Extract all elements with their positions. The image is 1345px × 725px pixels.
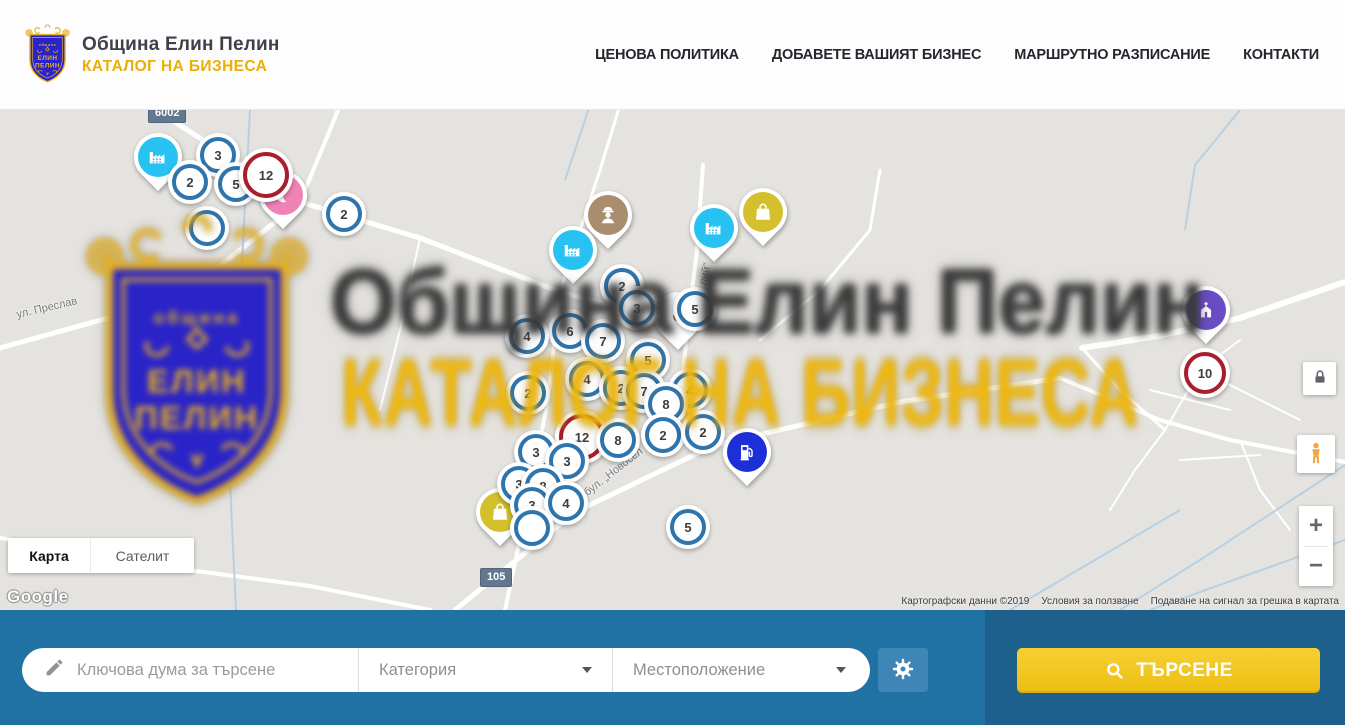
nav-item-add-business[interactable]: ДОБАВЕТЕ ВАШИЯТ БИЗНЕС xyxy=(772,47,981,63)
location-select[interactable]: Местоположение xyxy=(612,648,866,692)
cluster-count: 2 xyxy=(172,164,208,200)
cluster-count: 5 xyxy=(670,509,706,545)
cluster-count: 2 xyxy=(510,375,546,411)
worker-icon xyxy=(597,204,619,226)
chevron-down-icon xyxy=(836,667,846,673)
fuel-icon xyxy=(736,441,758,463)
street-view-pegman-button[interactable] xyxy=(1297,435,1335,473)
cluster-count: 2 xyxy=(645,417,681,453)
nav-item-pricing[interactable]: ЦЕНОВА ПОЛИТИКА xyxy=(595,47,739,63)
zoom-in-button[interactable]: + xyxy=(1299,506,1333,546)
cluster-marker[interactable]: 2 xyxy=(681,410,725,454)
magnifier-icon xyxy=(1104,660,1126,682)
bag-icon xyxy=(489,501,511,523)
bag-icon xyxy=(752,201,774,223)
cluster-count: 7 xyxy=(585,323,621,359)
municipality-crest-logo-icon: община ЕЛИН ПЕЛИН xyxy=(24,24,71,85)
advanced-search-button[interactable] xyxy=(878,648,928,692)
cluster-count: 10 xyxy=(1184,352,1226,394)
zoom-control: + − xyxy=(1299,506,1333,586)
nav-item-schedule[interactable]: МАРШРУТНО РАЗПИСАНИЕ xyxy=(1014,47,1210,63)
cluster-marker[interactable]: 2 xyxy=(322,192,366,236)
map-canvas[interactable]: ул. Преславбул. „Новоселлий"6002105 3251… xyxy=(0,110,1345,610)
lock-button[interactable] xyxy=(1303,362,1336,395)
church-icon xyxy=(1195,299,1217,321)
satellite-view-button[interactable]: Сателит xyxy=(90,538,194,573)
brand[interactable]: община ЕЛИН ПЕЛИН Община Елин Пелин КАТА… xyxy=(24,24,280,85)
site-subtitle: КАТАЛОГ НА БИЗНЕСА xyxy=(82,58,280,76)
google-logo[interactable]: Google xyxy=(7,587,69,607)
cluster-count: 2 xyxy=(685,414,721,450)
cluster-count: 5 xyxy=(677,291,713,327)
cluster-marker[interactable]: 5 xyxy=(673,287,717,331)
padlock-icon xyxy=(1311,368,1329,389)
zoom-out-button[interactable]: − xyxy=(1299,547,1333,587)
factory-icon xyxy=(147,146,169,168)
road-number-badge: 105 xyxy=(480,568,512,587)
cluster-marker[interactable]: 2 xyxy=(168,160,212,204)
cluster-marker[interactable]: 5 xyxy=(666,505,710,549)
location-select-value: Местоположение xyxy=(633,661,765,680)
cluster-count: 4 xyxy=(548,485,584,521)
cluster-marker[interactable]: 12 xyxy=(239,148,293,202)
factory-icon xyxy=(703,217,725,239)
page: община ЕЛИН ПЕЛИН Община Елин Пелин КАТА… xyxy=(0,0,1345,725)
cluster-marker[interactable]: 2 xyxy=(641,413,685,457)
search-group: Категория Местоположение xyxy=(22,648,870,692)
terms-link[interactable]: Условия за ползване xyxy=(1041,596,1138,607)
svg-text:ЕЛИН: ЕЛИН xyxy=(38,55,58,62)
road-number-badge: 6002 xyxy=(148,110,186,123)
gear-icon xyxy=(891,657,915,684)
map-attribution: Картографски данни ©2019 Условия за полз… xyxy=(901,596,1339,607)
keyword-search-input[interactable] xyxy=(77,661,327,680)
cluster-marker[interactable] xyxy=(185,206,229,250)
pegman-icon xyxy=(1304,441,1328,468)
cluster-count xyxy=(189,210,225,246)
cluster-marker[interactable] xyxy=(510,506,554,550)
main-nav: ЦЕНОВА ПОЛИТИКА ДОБАВЕТЕ ВАШИЯТ БИЗНЕС М… xyxy=(595,47,1319,63)
svg-text:община: община xyxy=(39,43,56,47)
report-error-link[interactable]: Подаване на сигнал за грешка в картата xyxy=(1151,596,1339,607)
brand-text: Община Елин Пелин КАТАЛОГ НА БИЗНЕСА xyxy=(82,34,280,76)
cluster-count: 8 xyxy=(600,422,636,458)
site-title: Община Елин Пелин xyxy=(82,34,280,56)
map-view-button[interactable]: Карта xyxy=(8,538,90,573)
keyword-field-wrap xyxy=(22,648,358,692)
cluster-count: 3 xyxy=(619,290,655,326)
category-select-value: Категория xyxy=(379,661,456,680)
header: община ЕЛИН ПЕЛИН Община Елин Пелин КАТА… xyxy=(0,0,1345,110)
cluster-marker[interactable]: 2 xyxy=(506,371,550,415)
chevron-down-icon xyxy=(582,667,592,673)
cluster-count: 12 xyxy=(243,152,289,198)
search-button-label: ТЪРСЕНЕ xyxy=(1136,660,1233,682)
factory-icon xyxy=(562,239,584,261)
cluster-marker[interactable]: 3 xyxy=(615,286,659,330)
cluster-count xyxy=(514,510,550,546)
category-select[interactable]: Категория xyxy=(358,648,612,692)
svg-text:ПЕЛИН: ПЕЛИН xyxy=(35,62,60,69)
attribution-copyright: Картографски данни ©2019 xyxy=(901,596,1029,607)
cluster-count: 4 xyxy=(509,318,545,354)
cluster-count: 2 xyxy=(326,196,362,232)
nav-item-contacts[interactable]: КОНТАКТИ xyxy=(1243,47,1319,63)
map-type-switch: Карта Сателит xyxy=(8,538,194,573)
search-bar: Категория Местоположение ТЪРСЕНЕ xyxy=(0,610,1345,725)
search-button[interactable]: ТЪРСЕНЕ xyxy=(1017,648,1320,693)
pencil-icon xyxy=(44,657,65,683)
cluster-marker[interactable]: 8 xyxy=(596,418,640,462)
cluster-marker[interactable]: 4 xyxy=(505,314,549,358)
cluster-marker[interactable]: 10 xyxy=(1180,348,1230,398)
